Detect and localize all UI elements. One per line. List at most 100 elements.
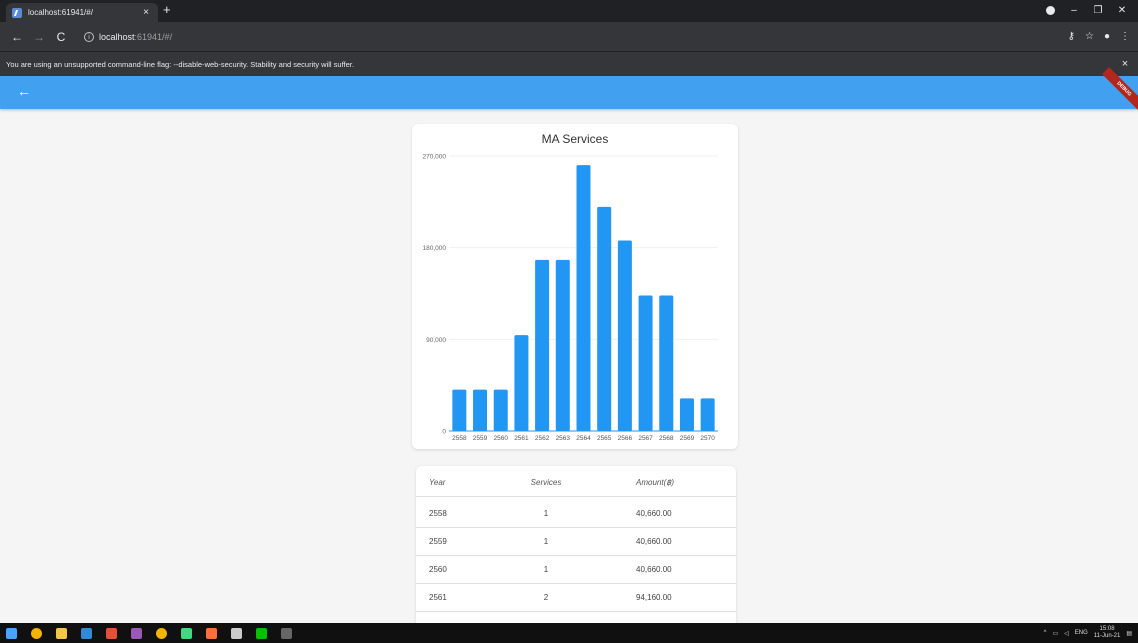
window-controls: – ❐ ✕ [1038,2,1134,22]
profile-icon[interactable] [1038,2,1062,22]
taskbar-icons [0,623,300,643]
tab-close-icon[interactable]: × [140,7,152,18]
forward-icon[interactable]: → [30,30,48,44]
app-back-icon[interactable]: ← [17,83,31,99]
chrome-icon-glyph [30,627,42,639]
restore-icon[interactable]: ❐ [1086,2,1110,22]
windows-start-icon-glyph [5,627,17,639]
bar[interactable] [473,389,488,431]
app-icon-glyph [130,627,142,639]
x-tick-label: 2559 [473,435,488,442]
bar[interactable] [638,295,653,431]
x-tick-label: 2567 [638,435,653,442]
star-icon[interactable]: ☆ [1085,31,1094,42]
bar[interactable] [555,259,570,431]
notifications-icon[interactable]: ▤ [1126,630,1132,637]
file-explorer-icon[interactable] [50,623,72,643]
line-icon[interactable] [250,623,272,643]
terminal-icon[interactable] [275,623,297,643]
header-services: Services [530,478,562,487]
bar[interactable] [535,259,550,431]
vscode-icon-glyph [80,627,92,639]
app-icon-glyph [205,627,217,639]
bar[interactable] [700,398,715,431]
cell-amount: 40,660.00 [636,509,672,518]
chrome-icon[interactable] [25,623,47,643]
bar[interactable] [576,165,591,431]
y-tick-label: 270,000 [423,154,447,161]
infobar-message: You are using an unsupported command-lin… [6,59,354,69]
bar[interactable] [452,389,467,431]
chrome-icon-glyph [155,627,167,639]
bar[interactable] [597,206,612,431]
url-path: :61941/#/ [134,31,173,42]
back-icon[interactable]: ← [8,30,26,44]
git-icon-glyph [105,627,117,639]
cell-amount: 40,660.00 [636,565,672,574]
github-icon[interactable] [225,623,247,643]
cell-amount: 40,660.00 [636,537,672,546]
github-icon-glyph [230,627,242,639]
bar[interactable] [617,240,632,431]
clock[interactable]: 15:08 11-Jun-21 [1094,626,1121,640]
clock-time: 15:08 [1099,626,1115,632]
url-host: localhost [99,31,135,42]
info-icon[interactable]: i [84,31,94,42]
android-studio-icon[interactable] [175,623,197,643]
terminal-icon-glyph [280,627,292,639]
windows-start-icon[interactable] [0,623,22,643]
account-icon[interactable]: ● [1104,31,1110,42]
windows-taskbar: ^ ▭ ◁ ENG 15:08 11-Jun-21 ▤ [0,623,1138,643]
x-tick-label: 2560 [493,435,508,442]
table-row: 2559 1 40,660.00 [416,528,736,556]
chrome-icon[interactable] [150,623,172,643]
address-bar[interactable]: i localhost :61941/#/ [80,27,1062,47]
bar[interactable] [514,335,529,431]
x-tick-label: 2569 [680,435,695,442]
key-icon[interactable]: ⚷ [1068,31,1075,42]
reload-icon[interactable]: C [52,30,70,44]
close-window-icon[interactable]: ✕ [1110,2,1134,22]
bar[interactable] [493,389,508,431]
app-bar: ← DEBUG [0,67,1138,111]
bar-chart: 0 90,000 180,000 270,000 2558 2559 2560 2561 256… [423,154,718,442]
app-icon[interactable] [125,623,147,643]
x-tick-label: 2562 [535,435,550,442]
git-icon[interactable] [100,623,122,643]
android-studio-icon-glyph [180,627,192,639]
chart-card: MA Services 0 90,000 180,000 270,000 2558 255… [412,124,738,449]
header-amount: Amount(฿) [636,478,674,487]
bar[interactable] [679,398,694,431]
cell-year: 2558 [429,509,447,518]
volume-icon[interactable]: ◁ [1064,630,1069,637]
favicon-icon [12,7,22,18]
clock-date: 11-Jun-21 [1093,633,1121,639]
x-tick-label: 2570 [700,435,715,442]
line-icon-glyph [255,627,267,639]
tab-title: localhost:61941/#/ [28,8,93,17]
language-indicator[interactable]: ENG [1075,630,1088,636]
system-tray: ^ ▭ ◁ ENG 15:08 11-Jun-21 ▤ [1044,623,1132,643]
y-tick-label: 0 [442,429,446,436]
vscode-icon[interactable] [75,623,97,643]
table-header: Year Services Amount(฿) [416,469,736,497]
infobar-close-icon[interactable]: × [1118,58,1132,70]
cell-year: 2559 [429,537,447,546]
bar[interactable] [659,295,674,431]
x-tick-label: 2565 [597,435,612,442]
header-year: Year [429,478,446,487]
cell-services: 1 [543,537,549,546]
cell-year: 2561 [429,593,447,602]
file-explorer-icon-glyph [55,627,67,639]
cell-services: 1 [543,509,549,518]
browser-tab[interactable]: localhost:61941/#/ × [6,3,158,22]
minimize-icon[interactable]: – [1062,2,1086,22]
x-tick-label: 2561 [514,435,529,442]
cell-year: 2560 [429,565,447,574]
app-icon[interactable] [200,623,222,643]
tray-chevron-icon[interactable]: ^ [1044,630,1047,636]
network-icon[interactable]: ▭ [1052,630,1058,637]
new-tab-button[interactable]: + [163,3,171,17]
menu-icon[interactable]: ⋮ [1120,31,1130,42]
table-row: 2561 2 94,160.00 [416,584,736,612]
